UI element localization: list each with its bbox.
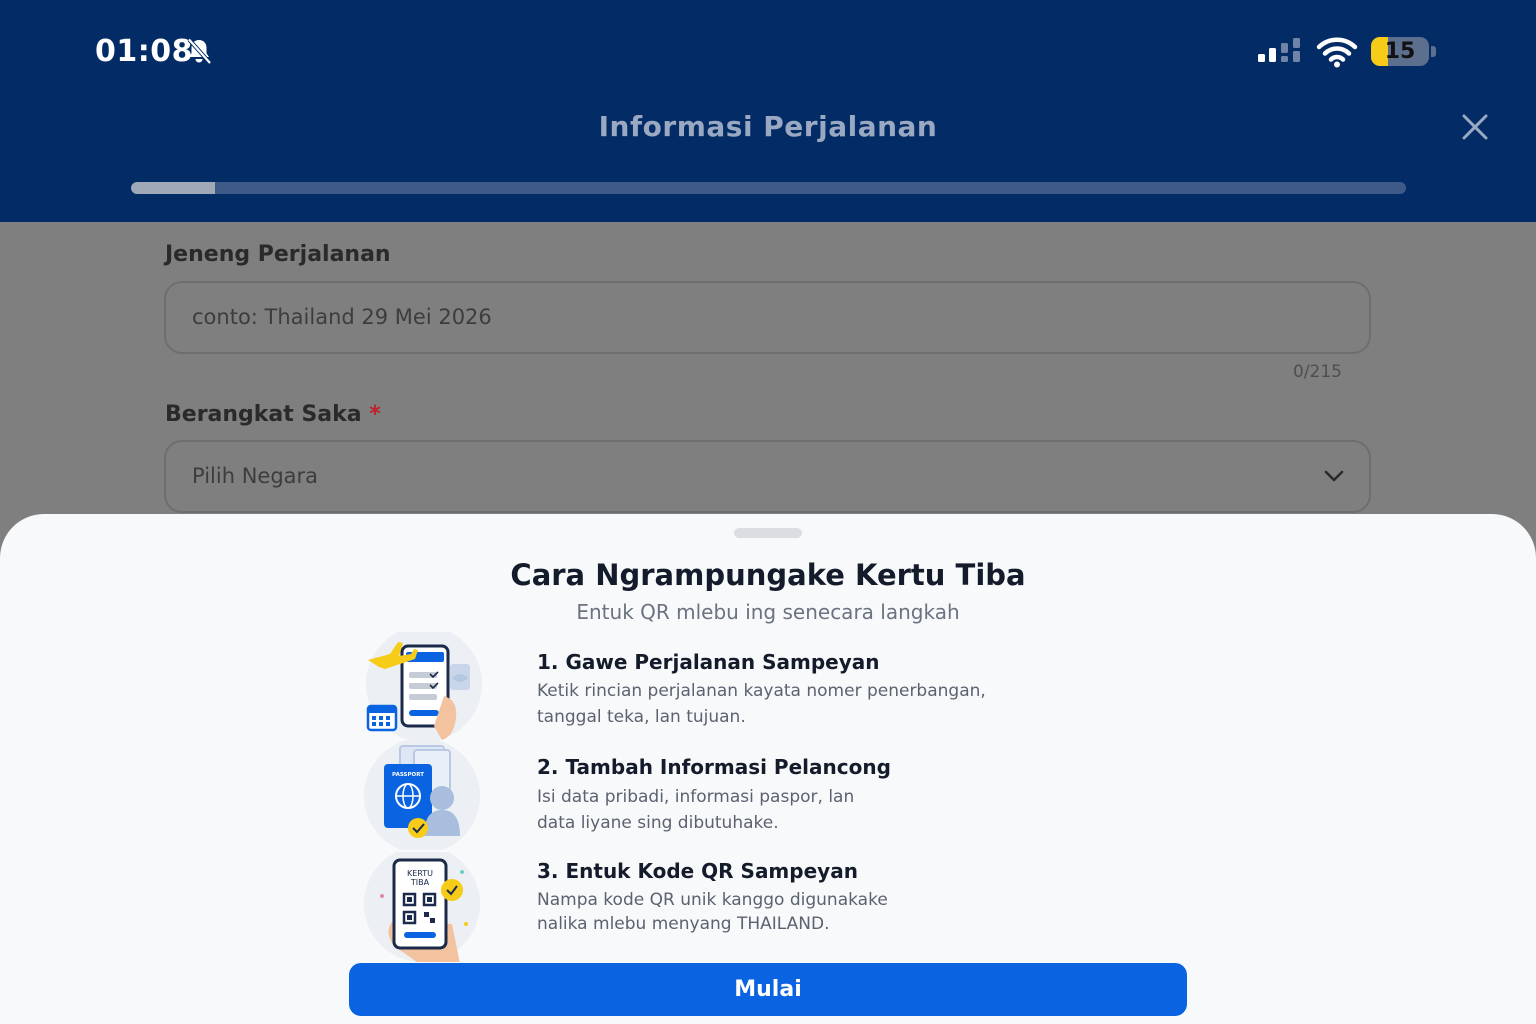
card-label-bottom: TIBA [410,878,430,887]
status-time: 01:08 [95,34,193,69]
step-3-desc-line: Nampa kode QR unik kanggo digunakake [537,890,888,910]
battery-level: 15 [1384,39,1416,64]
step-1-desc-line: tanggal teka, lan tujuan. [537,707,746,727]
sheet-subtitle: Entuk QR mlebu ing senecara langkah [576,600,960,624]
step-2-desc-line: Isi data pribadi, informasi paspor, lan [537,787,855,807]
trip-name-placeholder: conto: Thailand 29 Mei 2026 [192,305,492,329]
bell-muted-icon [187,38,212,65]
depart-label-text: Berangkat Saka [165,402,362,427]
progress-bar [131,182,1406,194]
cellular-signal-icon [1258,38,1300,62]
step-2-desc-line: data liyane sing dibutuhake. [537,813,779,833]
trip-name-input[interactable]: conto: Thailand 29 Mei 2026 [164,281,1371,354]
step-3-desc: Nampa kode QR unik kanggo digunakake nal… [537,888,1097,936]
trip-name-label: Jeneng Perjalanan [165,242,391,267]
close-icon[interactable] [1456,108,1494,146]
chevron-down-icon [1324,470,1344,482]
step-3-title: 3. Entuk Kode QR Sampeyan [537,859,858,883]
passport-text: PASSPORT [392,772,424,778]
start-button[interactable]: Mulai [349,963,1187,1016]
page-title: Informasi Perjalanan [598,110,938,143]
depart-label: Berangkat Saka * [165,402,381,427]
battery-indicator: 15 [1371,37,1429,66]
progress-fill [131,182,216,194]
sheet-drag-handle[interactable] [734,528,802,538]
qr-phone-icon: KERTU TIBA [364,852,480,962]
required-marker: * [369,402,381,427]
step-3-desc-line: nalika mlebu menyang THAILAND. [537,914,830,934]
plane-phone-icon [366,632,482,742]
onboarding-sheet: Cara Ngrampungake Kertu Tiba Entuk QR ml… [0,514,1536,1024]
depart-country-select[interactable]: Pilih Negara [164,440,1371,513]
wifi-icon [1316,37,1358,68]
app-header: 01:08 15 Informasi Perjalanan [0,0,1536,222]
step-2-desc: Isi data pribadi, informasi paspor, lan … [537,784,1097,836]
sheet-title: Cara Ngrampungake Kertu Tiba [510,558,1026,592]
step-1-desc: Ketik rincian perjalanan kayata nomer pe… [537,678,1097,730]
step-1-desc-line: Ketik rincian perjalanan kayata nomer pe… [537,681,986,701]
step-2-title: 2. Tambah Informasi Pelancong [537,755,891,779]
step-1-title: 1. Gawe Perjalanan Sampeyan [537,650,880,674]
depart-country-value: Pilih Negara [192,464,319,488]
passport-icon: PASSPORT [364,740,480,850]
card-label-top: KERTU [407,869,433,878]
char-counter: 0/215 [1293,362,1342,382]
battery-cap [1431,46,1436,57]
